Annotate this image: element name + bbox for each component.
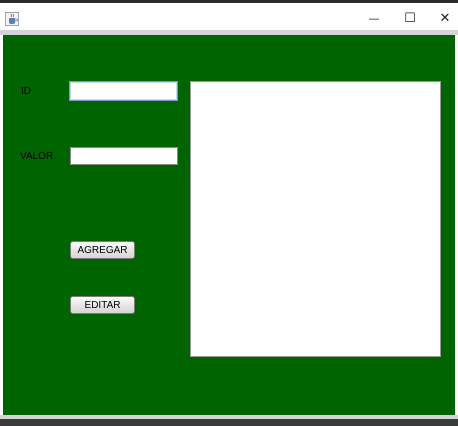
minimize-button[interactable]: — bbox=[356, 6, 392, 30]
maximize-icon: ☐ bbox=[404, 10, 416, 26]
maximize-button[interactable]: ☐ bbox=[392, 6, 428, 30]
editar-button[interactable]: EDITAR bbox=[70, 296, 135, 314]
valor-field[interactable] bbox=[70, 147, 178, 165]
minimize-icon: — bbox=[368, 11, 380, 25]
records-list[interactable] bbox=[190, 81, 441, 357]
valor-label: VALOR bbox=[20, 151, 54, 162]
close-button[interactable]: ✕ bbox=[427, 6, 458, 30]
application-window: — ☐ ✕ ID VALOR AGREGAR EDITAR bbox=[0, 0, 458, 426]
agregar-button[interactable]: AGREGAR bbox=[70, 241, 135, 259]
id-field[interactable] bbox=[69, 81, 178, 101]
close-icon: ✕ bbox=[439, 10, 451, 26]
java-cup-icon bbox=[5, 11, 19, 26]
title-bar[interactable]: — ☐ ✕ bbox=[0, 6, 458, 30]
id-label: ID bbox=[21, 86, 31, 97]
